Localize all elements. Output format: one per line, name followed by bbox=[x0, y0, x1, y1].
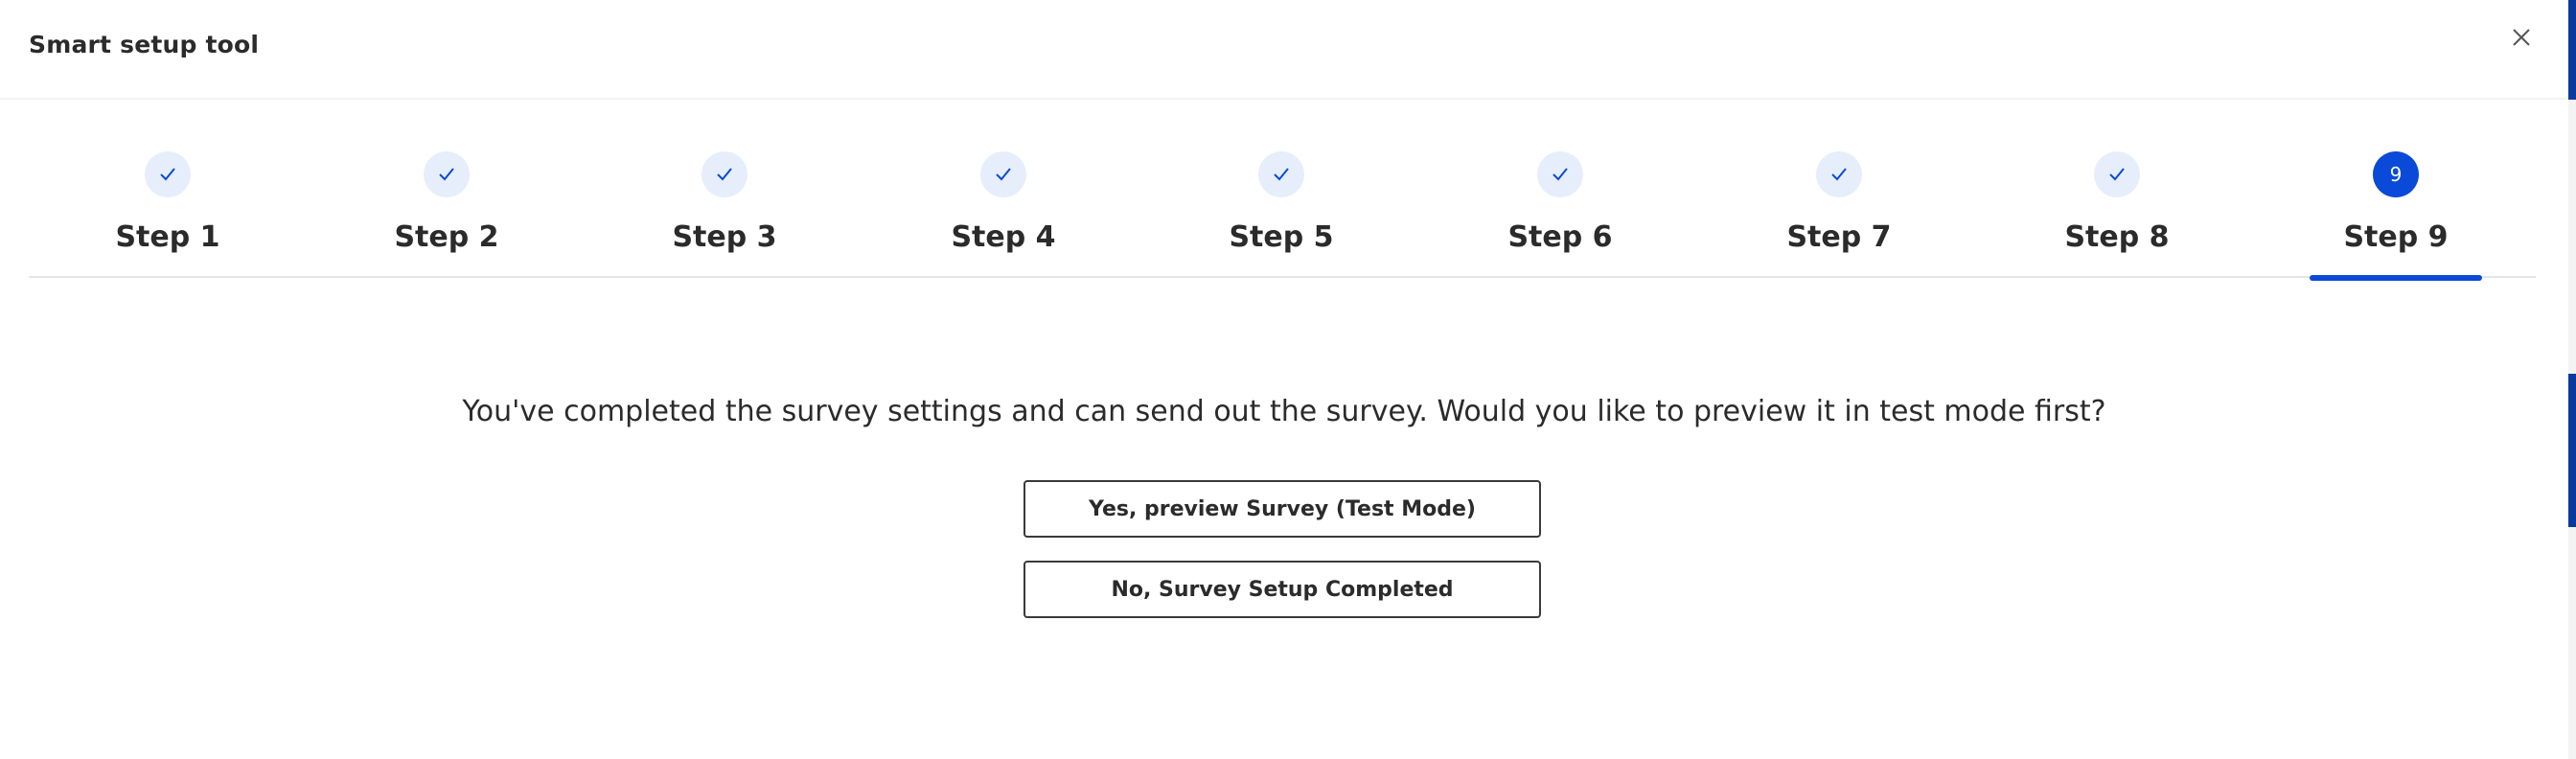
active-step-indicator bbox=[2310, 275, 2482, 281]
step-2[interactable]: Step 2 bbox=[308, 100, 586, 278]
check-icon bbox=[145, 151, 191, 197]
step-label: Step 7 bbox=[1786, 220, 1892, 254]
step-1[interactable]: Step 1 bbox=[29, 100, 307, 278]
step-9[interactable]: 9 Step 9 bbox=[2257, 100, 2535, 281]
step-3[interactable]: Step 3 bbox=[586, 100, 863, 278]
setup-completed-button[interactable]: No, Survey Setup Completed bbox=[1024, 561, 1541, 618]
step-number-badge: 9 bbox=[2373, 151, 2419, 197]
step-label: Step 1 bbox=[115, 220, 220, 254]
step-label: Step 2 bbox=[394, 220, 499, 254]
step-8[interactable]: Step 8 bbox=[1978, 100, 2256, 278]
step-label: Step 5 bbox=[1229, 220, 1334, 254]
step-7[interactable]: Step 7 bbox=[1700, 100, 1978, 278]
step-label: Step 8 bbox=[2064, 220, 2170, 254]
dialog-title: Smart setup tool bbox=[29, 31, 260, 58]
step-label: Step 3 bbox=[672, 220, 777, 254]
background-page-edge bbox=[2568, 0, 2576, 759]
dialog-header: Smart setup tool bbox=[0, 0, 2568, 100]
step-6[interactable]: Step 6 bbox=[1421, 100, 1699, 278]
preview-survey-button[interactable]: Yes, preview Survey (Test Mode) bbox=[1024, 480, 1541, 538]
close-icon[interactable] bbox=[2509, 25, 2534, 50]
check-icon bbox=[702, 151, 748, 197]
smart-setup-dialog: Smart setup tool Step 1 Step 2 Step 3 St… bbox=[0, 0, 2568, 759]
step-5[interactable]: Step 5 bbox=[1142, 100, 1420, 278]
check-icon bbox=[1258, 151, 1304, 197]
check-icon bbox=[2094, 151, 2140, 197]
step-label: Step 4 bbox=[951, 220, 1056, 254]
check-icon bbox=[1816, 151, 1862, 197]
step-label: Step 9 bbox=[2343, 220, 2449, 254]
check-icon bbox=[1537, 151, 1583, 197]
check-icon bbox=[424, 151, 470, 197]
step-4[interactable]: Step 4 bbox=[864, 100, 1142, 278]
step-label: Step 6 bbox=[1507, 220, 1613, 254]
background-page-edge-top bbox=[2568, 0, 2576, 100]
completion-question: You've completed the survey settings and… bbox=[462, 395, 2106, 428]
stepper: Step 1 Step 2 Step 3 Step 4 Step 5 Step … bbox=[29, 100, 2536, 281]
background-page-edge-mid bbox=[2568, 374, 2576, 527]
check-icon bbox=[980, 151, 1026, 197]
